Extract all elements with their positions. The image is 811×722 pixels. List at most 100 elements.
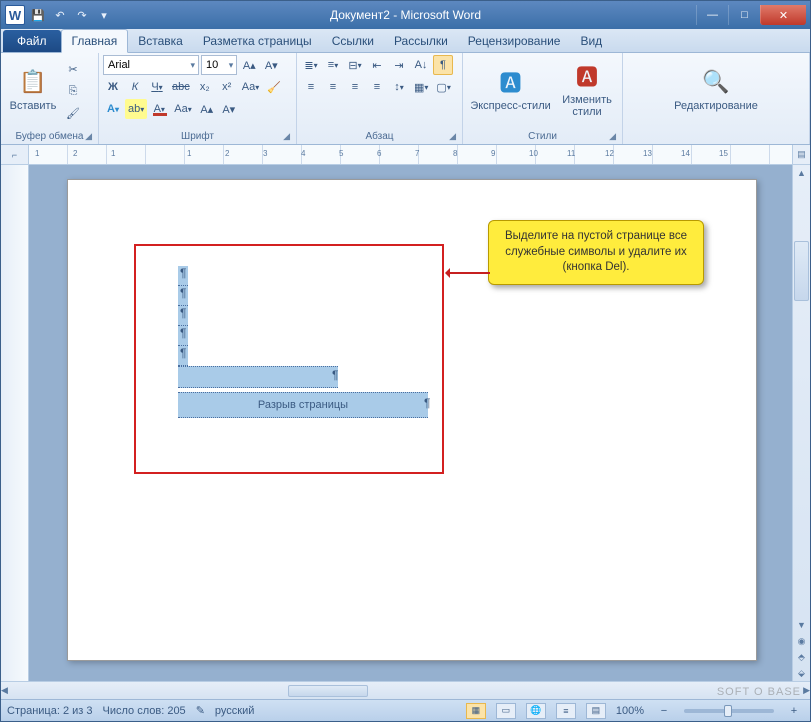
italic-button[interactable]: К [125, 77, 145, 97]
show-marks-button[interactable]: ¶ [433, 55, 453, 75]
underline-button[interactable]: Ч [147, 77, 167, 97]
browse-object-button[interactable]: ◉ [793, 633, 810, 649]
line-spacing-button[interactable]: ↕ [389, 77, 409, 97]
qat-save-button[interactable]: 💾 [29, 6, 47, 24]
font-launcher[interactable]: ◢ [283, 131, 290, 142]
char-scale-button[interactable]: Aa [171, 99, 194, 119]
qat-undo-button[interactable]: ↶ [51, 6, 69, 24]
vertical-ruler[interactable] [1, 165, 29, 681]
qat-customize-button[interactable]: ▾ [95, 6, 113, 24]
cut-button[interactable]: ✂ [63, 59, 83, 79]
bullets-button[interactable]: ≣ [301, 55, 321, 75]
bold-button[interactable]: Ж [103, 77, 123, 97]
shrink-font2-button[interactable]: A▾ [219, 99, 239, 119]
zoom-slider[interactable] [684, 709, 774, 713]
align-center-button[interactable]: ≡ [323, 77, 343, 97]
page[interactable]: ¶ ¶ ¶ ¶ ¶ ¶ Разрыв страницы ¶ Выделите н… [67, 179, 757, 661]
group-editing: 🔍 Редактирование [623, 53, 810, 144]
zoom-level[interactable]: 100% [616, 705, 644, 717]
strike-button[interactable]: abc [169, 77, 193, 97]
status-words[interactable]: Число слов: 205 [103, 705, 186, 717]
tab-home[interactable]: Главная [61, 29, 129, 53]
web-layout-view-button[interactable]: 🌐 [526, 703, 546, 719]
editing-button[interactable]: 🔍 Редактирование [627, 55, 805, 123]
scroll-thumb[interactable] [794, 241, 809, 301]
ruler-row: ⌐ 1 2 1 1 2 3 4 5 6 7 8 9 10 11 12 13 14… [1, 145, 810, 165]
quick-access-toolbar: W 💾 ↶ ↷ ▾ [1, 5, 113, 25]
tab-insert[interactable]: Вставка [128, 30, 193, 52]
paste-button[interactable]: 📋 Вставить [5, 55, 61, 123]
horizontal-ruler[interactable]: 1 2 1 1 2 3 4 5 6 7 8 9 10 11 12 13 14 1… [29, 145, 792, 164]
tab-references[interactable]: Ссылки [322, 30, 384, 52]
styles-launcher[interactable]: ◢ [609, 131, 616, 142]
format-painter-button[interactable]: 🖌 [63, 103, 83, 123]
justify-button[interactable]: ≡ [367, 77, 387, 97]
full-screen-view-button[interactable]: ▭ [496, 703, 516, 719]
group-paragraph-label: Абзац◢ [301, 130, 458, 144]
align-left-button[interactable]: ≡ [301, 77, 321, 97]
numbering-button[interactable]: ≡ [323, 55, 343, 75]
hscroll-thumb[interactable] [288, 685, 368, 697]
pilcrow-icon: ¶ [332, 368, 338, 382]
zoom-in-button[interactable]: + [784, 701, 804, 721]
clear-formatting-button[interactable]: 🧹 [264, 77, 284, 97]
shading-button[interactable]: ▦ [411, 77, 431, 97]
proofing-icon[interactable]: ✎ [196, 704, 205, 717]
scroll-down-button[interactable]: ▼ [793, 617, 810, 633]
qat-redo-button[interactable]: ↷ [73, 6, 91, 24]
scroll-left-button[interactable]: ◀ [1, 683, 8, 699]
maximize-button[interactable]: □ [728, 5, 760, 25]
increase-indent-button[interactable]: ⇥ [389, 55, 409, 75]
superscript-button[interactable]: x² [217, 77, 237, 97]
selected-empty-line [178, 366, 338, 388]
minimize-button[interactable]: — [696, 5, 728, 25]
change-case-button[interactable]: Aa [239, 77, 262, 97]
scroll-up-button[interactable]: ▲ [793, 165, 810, 181]
scroll-right-button[interactable]: ▶ [803, 683, 810, 699]
vertical-scrollbar[interactable]: ▲ ▼ ◉ ⬘ ⬙ [792, 165, 810, 681]
zoom-out-button[interactable]: − [654, 701, 674, 721]
font-color-button[interactable]: A [149, 99, 169, 119]
multilevel-button[interactable]: ⊟ [345, 55, 365, 75]
status-language[interactable]: русский [215, 705, 254, 717]
tab-review[interactable]: Рецензирование [458, 30, 571, 52]
grow-font-button[interactable]: A▴ [239, 55, 259, 75]
paste-icon: 📋 [17, 66, 49, 98]
quick-styles-label: Экспресс-стили [470, 100, 550, 112]
grow-font2-button[interactable]: A▴ [197, 99, 217, 119]
status-page[interactable]: Страница: 2 из 3 [7, 705, 93, 717]
draft-view-button[interactable]: ▤ [586, 703, 606, 719]
subscript-button[interactable]: x₂ [195, 77, 215, 97]
shrink-font-button[interactable]: A▾ [261, 55, 281, 75]
quick-styles-button[interactable]: 🅰 Экспресс-стили [467, 55, 554, 123]
sort-button[interactable]: A↓ [411, 55, 431, 75]
horizontal-scrollbar[interactable]: ◀ ▶ [1, 681, 810, 699]
font-size-combo[interactable]: 10 [201, 55, 237, 75]
tab-mailings[interactable]: Рассылки [384, 30, 458, 52]
tab-view[interactable]: Вид [570, 30, 612, 52]
font-name-combo[interactable]: Arial [103, 55, 199, 75]
tab-page-layout[interactable]: Разметка страницы [193, 30, 322, 52]
prev-page-button[interactable]: ⬘ [793, 649, 810, 665]
ribbon: 📋 Вставить ✂ ⎘ 🖌 Буфер обмена◢ Arial 10 … [1, 53, 810, 145]
text-effects-button[interactable]: A [103, 99, 123, 119]
document-viewport[interactable]: ¶ ¶ ¶ ¶ ¶ ¶ Разрыв страницы ¶ Выделите н… [29, 165, 792, 681]
clipboard-launcher[interactable]: ◢ [85, 131, 92, 142]
tab-selector[interactable]: ⌐ [1, 145, 29, 164]
highlight-button[interactable]: ab [125, 99, 147, 119]
pilcrow-icon: ¶ [424, 396, 430, 410]
ruler-toggle[interactable]: ▤ [792, 145, 810, 164]
print-layout-view-button[interactable]: ▦ [466, 703, 486, 719]
copy-button[interactable]: ⎘ [63, 81, 83, 101]
change-styles-button[interactable]: 🅰 Изменить стили [556, 55, 618, 123]
paragraph-launcher[interactable]: ◢ [449, 131, 456, 142]
zoom-handle[interactable] [724, 705, 732, 717]
borders-button[interactable]: ▢ [433, 77, 453, 97]
decrease-indent-button[interactable]: ⇤ [367, 55, 387, 75]
page-break-line: Разрыв страницы [178, 392, 428, 418]
tab-file[interactable]: Файл [3, 30, 61, 52]
close-button[interactable]: ✕ [760, 5, 806, 25]
align-right-button[interactable]: ≡ [345, 77, 365, 97]
next-page-button[interactable]: ⬙ [793, 665, 810, 681]
outline-view-button[interactable]: ≡ [556, 703, 576, 719]
